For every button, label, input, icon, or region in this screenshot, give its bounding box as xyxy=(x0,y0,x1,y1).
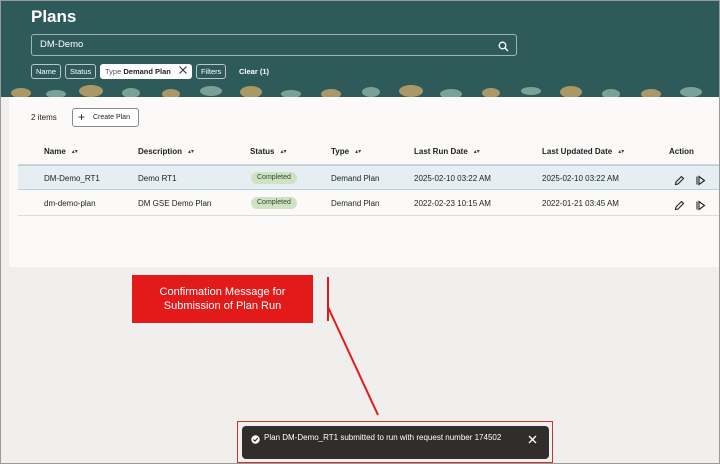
toast-message: Plan DM-Demo_RT1 submitted to run with r… xyxy=(264,433,502,442)
app-window: Plans DM-Demo Name Status Type Demand Pl… xyxy=(0,0,720,464)
close-icon[interactable] xyxy=(528,435,537,446)
check-circle-icon xyxy=(251,435,260,446)
confirmation-toast: Plan DM-Demo_RT1 submitted to run with r… xyxy=(242,426,549,459)
annotation-arrow xyxy=(327,277,379,416)
